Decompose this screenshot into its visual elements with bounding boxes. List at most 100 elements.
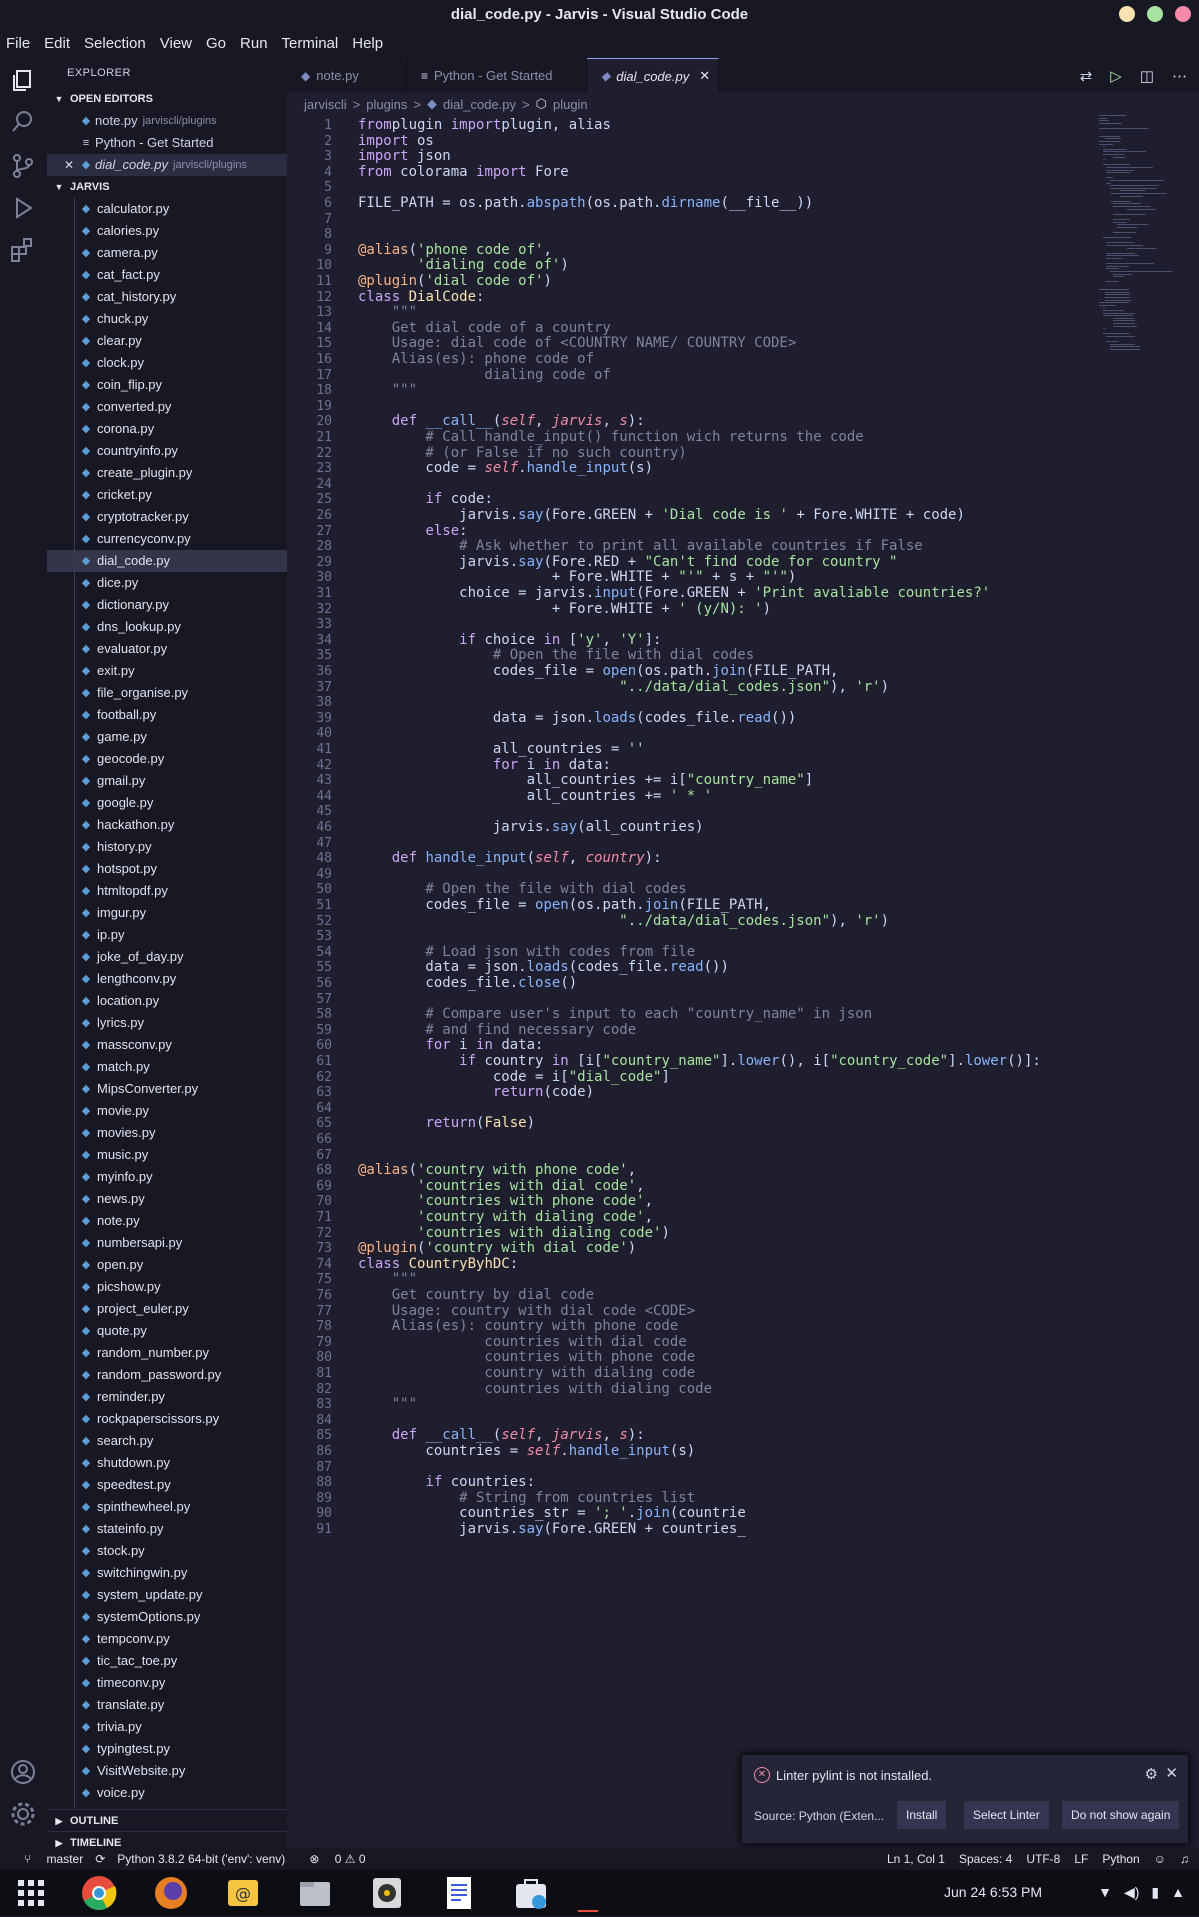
code-line[interactable]: for i in data: — [358, 1037, 543, 1053]
file-item[interactable]: ◆ typingtest.py — [47, 1738, 287, 1760]
code-line[interactable]: Usage: dial code of <COUNTRY NAME/ COUNT… — [358, 335, 797, 351]
wifi-icon[interactable]: ▼ — [1098, 1884, 1112, 1901]
file-item[interactable]: ◆ stock.py — [47, 1540, 287, 1562]
code-line[interactable]: jarvis.say(Fore.GREEN + 'Dial code is ' … — [358, 507, 965, 523]
explorer-icon[interactable] — [9, 66, 37, 94]
close-icon[interactable]: ✕ — [61, 154, 77, 176]
code-line[interactable]: 'countries with phone code', — [358, 1193, 653, 1209]
cursor-position[interactable]: Ln 1, Col 1 — [887, 1852, 945, 1866]
file-item[interactable]: ◆ football.py — [47, 704, 287, 726]
code-line[interactable]: Alias(es): country with phone code — [358, 1318, 679, 1334]
code-line[interactable]: + Fore.WHITE + "'" + s + "'") — [358, 569, 796, 585]
indentation-status[interactable]: Spaces: 4 — [959, 1852, 1012, 1866]
code-line[interactable]: # Ask whether to print all available cou… — [358, 538, 923, 554]
more-actions-icon[interactable]: ⋯ — [1172, 67, 1187, 85]
tab-dial-code[interactable]: ◆ dial_code.py ✕ — [587, 58, 719, 93]
notification-gear-icon[interactable]: ⚙ — [1145, 1765, 1158, 1783]
open-editors-section[interactable]: ▼ OPEN EDITORS — [47, 88, 287, 110]
file-item[interactable]: ◆ joke_of_day.py — [47, 946, 287, 968]
chrome-icon[interactable] — [80, 1874, 118, 1912]
project-section[interactable]: ▼ JARVIS — [47, 176, 287, 198]
feedback-icon[interactable]: ☺ — [1154, 1852, 1166, 1866]
code-line[interactable]: jarvis.say(Fore.RED + "Can't find code f… — [358, 554, 897, 570]
close-window-button[interactable] — [1175, 6, 1191, 22]
code-line[interactable]: # Open the file with dial codes — [358, 881, 686, 897]
tab-python-get-started[interactable]: ≡ Python - Get Started — [407, 58, 587, 93]
firefox-icon[interactable] — [152, 1874, 190, 1912]
code-line[interactable]: import json — [358, 148, 451, 164]
tab-note[interactable]: ◆ note.py — [287, 58, 407, 93]
file-item[interactable]: ◆ picshow.py — [47, 1276, 287, 1298]
code-line[interactable]: 'country with dialing code', — [358, 1209, 653, 1225]
file-item[interactable]: ◆ gmail.py — [47, 770, 287, 792]
code-line[interactable]: """ — [358, 382, 417, 398]
breadcrumb-item[interactable]: plugin — [553, 97, 588, 112]
code-line[interactable]: 'dialing code of') — [358, 257, 569, 273]
file-item[interactable]: ◆ geocode.py — [47, 748, 287, 770]
file-item[interactable]: ◆ speedtest.py — [47, 1474, 287, 1496]
file-item[interactable]: ◆ quote.py — [47, 1320, 287, 1342]
code-line[interactable]: import os — [358, 133, 434, 149]
breadcrumb-item[interactable]: dial_code.py — [443, 97, 516, 112]
menu-item-help[interactable]: Help — [352, 35, 383, 52]
file-item[interactable]: ◆ dns_lookup.py — [47, 616, 287, 638]
code-line[interactable]: return(code) — [358, 1084, 594, 1100]
problems-status[interactable]: ⊗ 0 ⚠ 0 — [297, 1852, 365, 1866]
code-line[interactable]: jarvis.say(all_countries) — [358, 819, 704, 835]
minimize-button[interactable] — [1119, 6, 1135, 22]
file-item[interactable]: ◆ cricket.py — [47, 484, 287, 506]
code-line[interactable]: from colorama import Fore — [358, 164, 569, 180]
file-item[interactable]: ◆ cat_fact.py — [47, 264, 287, 286]
file-item[interactable]: ◆ myinfo.py — [47, 1166, 287, 1188]
code-line[interactable]: for i in data: — [358, 757, 611, 773]
run-file-icon[interactable]: ▷ — [1110, 67, 1122, 85]
file-item[interactable]: ◆ calories.py — [47, 220, 287, 242]
code-line[interactable]: # Load json with codes from file — [358, 944, 695, 960]
menu-item-run[interactable]: Run — [240, 35, 268, 52]
file-item[interactable]: ◆ create_plugin.py — [47, 462, 287, 484]
code-line[interactable]: data = json.loads(codes_file.read()) — [358, 710, 796, 726]
code-line[interactable]: # Call handle_input() function wich retu… — [358, 429, 863, 445]
timeline-section[interactable]: ▶ TIMELINE — [47, 1831, 287, 1848]
file-item[interactable]: ◆ clear.py — [47, 330, 287, 352]
file-item[interactable]: ◆ exit.py — [47, 660, 287, 682]
file-item[interactable]: ◆ history.py — [47, 836, 287, 858]
file-item[interactable]: ◆ systemOptions.py — [47, 1606, 287, 1628]
file-item[interactable]: ◆ reminder.py — [47, 1386, 287, 1408]
split-editor-icon[interactable]: ◫ — [1140, 67, 1154, 85]
code-line[interactable]: countries with dial code — [358, 1334, 686, 1350]
file-item[interactable]: ◆ stateinfo.py — [47, 1518, 287, 1540]
source-control-icon[interactable] — [9, 152, 37, 180]
vscode-running-indicator[interactable] — [578, 1874, 598, 1912]
code-line[interactable]: def handle_input(self, country): — [358, 850, 662, 866]
code-line[interactable]: code = i["dial_code"] — [358, 1069, 670, 1085]
search-icon[interactable] — [9, 108, 37, 136]
file-item[interactable]: ◆ MipsConverter.py — [47, 1078, 287, 1100]
code-line[interactable]: """ — [358, 304, 417, 320]
notification-close-icon[interactable]: ✕ — [1165, 1764, 1178, 1782]
file-item[interactable]: ◆ system_update.py — [47, 1584, 287, 1606]
rhythmbox-icon[interactable] — [368, 1874, 406, 1912]
file-item[interactable]: ◆ evaluator.py — [47, 638, 287, 660]
file-item[interactable]: ◆ match.py — [47, 1056, 287, 1078]
code-line[interactable]: "../data/dial_codes.json"), 'r') — [358, 913, 889, 929]
file-item[interactable]: ◆ cat_history.py — [47, 286, 287, 308]
code-line[interactable]: # (or False if no such country) — [358, 445, 686, 461]
file-item[interactable]: ◆ hackathon.py — [47, 814, 287, 836]
file-item[interactable]: ◆ movie.py — [47, 1100, 287, 1122]
file-item[interactable]: ◆ calculator.py — [47, 198, 287, 220]
code-line[interactable]: dialing code of — [358, 367, 610, 383]
notifications-bell-icon[interactable]: ♫ — [1180, 1852, 1189, 1866]
run-debug-icon[interactable] — [9, 194, 37, 222]
file-item[interactable]: ◆ translate.py — [47, 1694, 287, 1716]
code-line[interactable]: """ — [358, 1271, 417, 1287]
code-line[interactable]: codes_file = open(os.path.join(FILE_PATH… — [358, 897, 771, 913]
file-item[interactable]: ◆ open.py — [47, 1254, 287, 1276]
code-line[interactable]: Get country by dial code — [358, 1287, 594, 1303]
file-item[interactable]: ◆ massconv.py — [47, 1034, 287, 1056]
file-item[interactable]: ◆ clock.py — [47, 352, 287, 374]
code-line[interactable]: "../data/dial_codes.json"), 'r') — [358, 679, 889, 695]
open-editor-item[interactable]: ≡ Python - Get Started — [47, 132, 287, 154]
file-item[interactable]: ◆ lengthconv.py — [47, 968, 287, 990]
code-line[interactable]: @plugin('country with dial code') — [358, 1240, 636, 1256]
